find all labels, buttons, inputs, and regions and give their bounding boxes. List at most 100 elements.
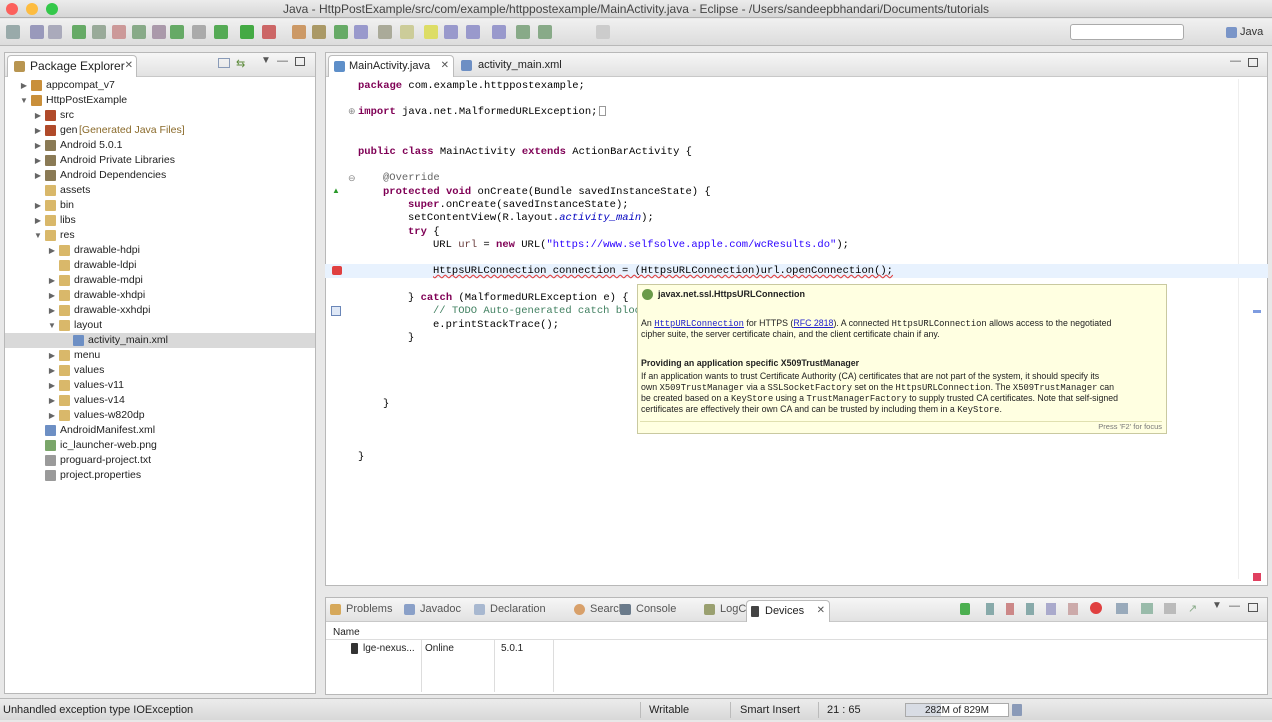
code-line-brace[interactable]: } bbox=[383, 398, 389, 410]
fold-expand-icon[interactable]: ⊕ bbox=[348, 106, 356, 117]
update-threads-icon[interactable] bbox=[1046, 603, 1056, 615]
minimize-window-icon[interactable] bbox=[26, 3, 38, 15]
code-line-class[interactable]: public class MainActivity extends Action… bbox=[358, 146, 692, 158]
code-line-connection[interactable]: HttpsURLConnection connection = (HttpsUR… bbox=[433, 265, 893, 277]
update-heap-icon[interactable] bbox=[986, 603, 994, 615]
screen-capture-icon[interactable] bbox=[1116, 603, 1128, 614]
tab-package-explorer[interactable]: Package Explorer ✕ bbox=[7, 55, 137, 77]
new-icon[interactable] bbox=[6, 25, 20, 39]
toggle-annotation-icon[interactable] bbox=[444, 25, 458, 39]
tree-item[interactable]: ▶ drawable-xxhdpi bbox=[5, 303, 315, 318]
systrace-icon[interactable] bbox=[1164, 603, 1176, 614]
collapsed-twisty-icon[interactable]: ▶ bbox=[33, 213, 43, 228]
start-method-profiling-icon[interactable] bbox=[1068, 603, 1078, 615]
tab-search[interactable]: Search bbox=[574, 603, 625, 615]
code-line-url[interactable]: URL url = new URL("https://www.selfsolve… bbox=[433, 239, 849, 251]
prev-annotation-icon[interactable] bbox=[492, 25, 506, 39]
lint-icon[interactable] bbox=[112, 25, 126, 39]
code-line-oncreate[interactable]: protected void onCreate(Bundle savedInst… bbox=[383, 186, 711, 198]
tree-item[interactable]: ▶ appcompat_v7 bbox=[5, 78, 315, 93]
code-line-todo[interactable]: // TODO Auto-generated catch block bbox=[433, 305, 647, 317]
view-menu-icon[interactable]: ▼ bbox=[261, 55, 271, 66]
tree-item[interactable]: ▶ src bbox=[5, 108, 315, 123]
quick-access-input[interactable] bbox=[1070, 24, 1184, 40]
collapsed-twisty-icon[interactable]: ▶ bbox=[47, 243, 57, 258]
rfc-link[interactable]: RFC 2818 bbox=[793, 318, 833, 328]
save-icon[interactable] bbox=[30, 25, 44, 39]
device-row[interactable]: lge-nexus... Online 5.0.1 bbox=[326, 641, 1267, 657]
tab-javadoc[interactable]: Javadoc bbox=[404, 603, 461, 615]
debug-icon[interactable] bbox=[214, 25, 228, 39]
tree-item[interactable]: ▶ Android Private Libraries bbox=[5, 153, 315, 168]
tree-item[interactable]: ▶ Android Dependencies bbox=[5, 168, 315, 183]
override-marker-icon[interactable]: ▲ bbox=[332, 186, 340, 195]
view-menu-icon[interactable]: ▼ bbox=[1212, 600, 1222, 611]
collapse-all-icon[interactable] bbox=[218, 58, 230, 68]
tab-devices[interactable]: Devices ✕ bbox=[746, 600, 830, 622]
tree-item[interactable]: drawable-ldpi bbox=[5, 258, 315, 273]
code-line-setcontentview[interactable]: setContentView(R.layout.activity_main); bbox=[408, 212, 654, 224]
close-icon[interactable]: ✕ bbox=[441, 56, 449, 76]
task-marker-icon[interactable] bbox=[331, 306, 341, 316]
code-line-super[interactable]: super.onCreate(savedInstanceState); bbox=[408, 199, 629, 211]
tree-item[interactable]: ▶ values-v14 bbox=[5, 393, 315, 408]
collapsed-twisty-icon[interactable]: ▶ bbox=[47, 378, 57, 393]
occurrence-marker[interactable] bbox=[1253, 310, 1261, 313]
tree-item[interactable]: project.properties bbox=[5, 468, 315, 483]
expanded-twisty-icon[interactable]: ▼ bbox=[19, 93, 29, 108]
tree-item[interactable]: ▼ HttpPostExample bbox=[5, 93, 315, 108]
tree-item[interactable]: proguard-project.txt bbox=[5, 453, 315, 468]
tab-declaration[interactable]: Declaration bbox=[474, 603, 546, 615]
collapsed-twisty-icon[interactable]: ▶ bbox=[33, 138, 43, 153]
maximize-view-icon[interactable] bbox=[1248, 58, 1258, 67]
new-android-project-icon[interactable] bbox=[132, 25, 146, 39]
new-class-icon[interactable] bbox=[334, 25, 348, 39]
new-wizard-icon[interactable] bbox=[152, 25, 166, 39]
back-icon[interactable] bbox=[516, 25, 530, 39]
tab-console[interactable]: Console bbox=[620, 603, 676, 615]
trash-icon[interactable] bbox=[1012, 704, 1022, 716]
collapsed-twisty-icon[interactable]: ▶ bbox=[33, 108, 43, 123]
collapsed-twisty-icon[interactable]: ▶ bbox=[33, 198, 43, 213]
code-line-package[interactable]: package com.example.httppostexample; bbox=[358, 80, 585, 92]
cause-gc-icon[interactable] bbox=[1026, 603, 1034, 615]
tree-item[interactable]: assets bbox=[5, 183, 315, 198]
collapsed-twisty-icon[interactable]: ▶ bbox=[47, 303, 57, 318]
collapsed-twisty-icon[interactable]: ▶ bbox=[33, 168, 43, 183]
zoom-window-icon[interactable] bbox=[46, 3, 58, 15]
tree-item[interactable]: ▶ drawable-xhdpi bbox=[5, 288, 315, 303]
column-header-name[interactable]: Name bbox=[333, 627, 360, 638]
tree-item[interactable]: ▶ values-w820dp bbox=[5, 408, 315, 423]
code-line-import[interactable]: import java.net.MalformedURLException; bbox=[358, 106, 607, 118]
new-package-icon[interactable] bbox=[312, 25, 326, 39]
debug-process-icon[interactable] bbox=[960, 603, 970, 615]
highlight-icon[interactable] bbox=[424, 25, 438, 39]
collapsed-twisty-icon[interactable]: ▶ bbox=[47, 288, 57, 303]
tab-activity-main-xml[interactable]: activity_main.xml bbox=[458, 55, 568, 77]
tree-item[interactable]: ▶ values-v11 bbox=[5, 378, 315, 393]
collapsed-twisty-icon[interactable]: ▶ bbox=[47, 273, 57, 288]
minimize-view-icon[interactable]: — bbox=[1229, 600, 1240, 612]
minimize-view-icon[interactable]: — bbox=[277, 55, 288, 67]
run-icon[interactable] bbox=[240, 25, 254, 39]
perspective-switcher[interactable]: Java bbox=[1226, 22, 1268, 42]
code-line-catch[interactable]: } catch (MalformedURLException e) { bbox=[408, 292, 629, 304]
pin-icon[interactable] bbox=[596, 25, 610, 39]
collapsed-twisty-icon[interactable]: ▶ bbox=[47, 393, 57, 408]
tab-problems[interactable]: Problems bbox=[330, 603, 392, 615]
next-annotation-icon[interactable] bbox=[466, 25, 480, 39]
tree-item[interactable]: activity_main.xml bbox=[5, 333, 315, 348]
collapsed-twisty-icon[interactable]: ▶ bbox=[33, 123, 43, 138]
tree-item[interactable]: ▶ values bbox=[5, 363, 315, 378]
android-sdk-icon[interactable] bbox=[72, 25, 86, 39]
build-icon[interactable] bbox=[170, 25, 184, 39]
minimize-view-icon[interactable]: — bbox=[1230, 55, 1241, 67]
open-type-icon[interactable] bbox=[354, 25, 368, 39]
collapsed-twisty-icon[interactable]: ▶ bbox=[19, 78, 29, 93]
print-icon[interactable] bbox=[48, 25, 62, 39]
heap-status-bar[interactable]: 282M of 829M bbox=[905, 703, 1009, 717]
code-line-override[interactable]: @Override bbox=[383, 172, 440, 184]
httpurlconnection-link[interactable]: HttpURLConnection bbox=[654, 319, 744, 329]
collapsed-twisty-icon[interactable]: ▶ bbox=[47, 348, 57, 363]
collapsed-twisty-icon[interactable]: ▶ bbox=[33, 153, 43, 168]
